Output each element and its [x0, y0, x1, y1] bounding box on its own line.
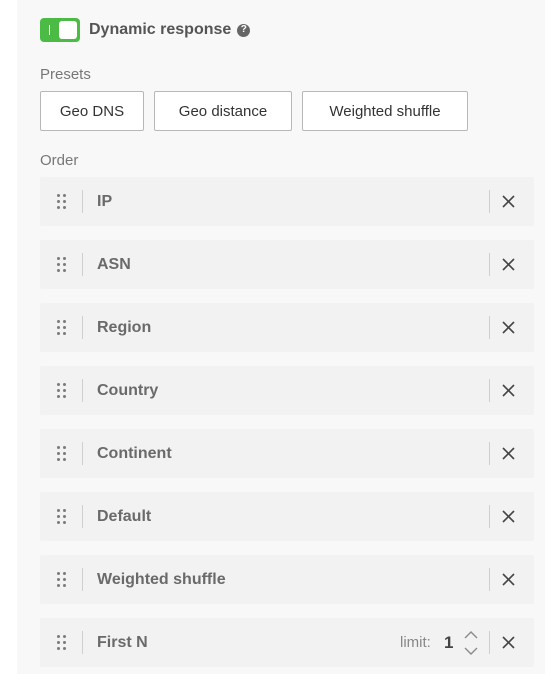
close-icon[interactable] [501, 257, 516, 272]
order-item-label: ASN [97, 256, 131, 273]
limit-value-input[interactable]: 1 [444, 618, 453, 667]
preset-geo-dns-button[interactable]: Geo DNS [40, 91, 144, 131]
divider [489, 442, 490, 465]
order-item[interactable]: Country [40, 366, 534, 415]
divider [82, 379, 83, 402]
divider [82, 568, 83, 591]
order-item[interactable]: Continent [40, 429, 534, 478]
close-icon[interactable] [501, 320, 516, 335]
limit-label: limit: [400, 634, 431, 651]
toggle-knob [59, 21, 77, 39]
drag-handle-icon[interactable] [57, 509, 67, 524]
divider [489, 568, 490, 591]
close-icon[interactable] [501, 383, 516, 398]
order-item[interactable]: Region [40, 303, 534, 352]
dynamic-response-toggle[interactable] [40, 18, 80, 42]
toggle-on-indicator [49, 25, 50, 35]
drag-handle-icon[interactable] [57, 572, 67, 587]
order-item-label: Country [97, 382, 159, 399]
divider [82, 253, 83, 276]
drag-handle-icon[interactable] [57, 635, 67, 650]
divider [489, 190, 490, 213]
close-icon[interactable] [501, 194, 516, 209]
close-icon[interactable] [501, 446, 516, 461]
preset-geo-distance-button[interactable]: Geo distance [154, 91, 292, 131]
preset-weighted-shuffle-button[interactable]: Weighted shuffle [302, 91, 468, 131]
order-item-label: Continent [97, 445, 172, 462]
divider [82, 631, 83, 654]
order-item[interactable]: ASN [40, 240, 534, 289]
drag-handle-icon[interactable] [57, 446, 67, 461]
order-item[interactable]: First N limit: 1 [40, 618, 534, 667]
drag-handle-icon[interactable] [57, 194, 67, 209]
close-icon[interactable] [501, 635, 516, 650]
presets-label: Presets [40, 66, 91, 83]
dynamic-response-row: Dynamic response ? [40, 18, 251, 42]
divider [489, 505, 490, 528]
drag-handle-icon[interactable] [57, 320, 67, 335]
order-item-label: First N [97, 634, 148, 651]
close-icon[interactable] [501, 509, 516, 524]
order-item-label: Region [97, 319, 152, 336]
divider [82, 316, 83, 339]
order-item-label: IP [97, 193, 113, 210]
divider [82, 190, 83, 213]
divider [489, 253, 490, 276]
divider [489, 316, 490, 339]
order-item-label: Weighted shuffle [97, 571, 226, 588]
drag-handle-icon[interactable] [57, 257, 67, 272]
limit-stepper-icon[interactable] [464, 630, 478, 656]
drag-handle-icon[interactable] [57, 383, 67, 398]
order-item[interactable]: Weighted shuffle [40, 555, 534, 604]
order-item[interactable]: Default [40, 492, 534, 541]
divider [489, 379, 490, 402]
help-icon[interactable]: ? [237, 23, 251, 37]
order-item-label: Default [97, 508, 152, 525]
order-label: Order [40, 152, 79, 169]
divider [489, 631, 490, 654]
close-icon[interactable] [501, 572, 516, 587]
dynamic-response-label: Dynamic response [89, 21, 232, 38]
presets-group: Geo DNS Geo distance Weighted shuffle [40, 91, 468, 131]
divider [82, 442, 83, 465]
order-item[interactable]: IP [40, 177, 534, 226]
divider [82, 505, 83, 528]
